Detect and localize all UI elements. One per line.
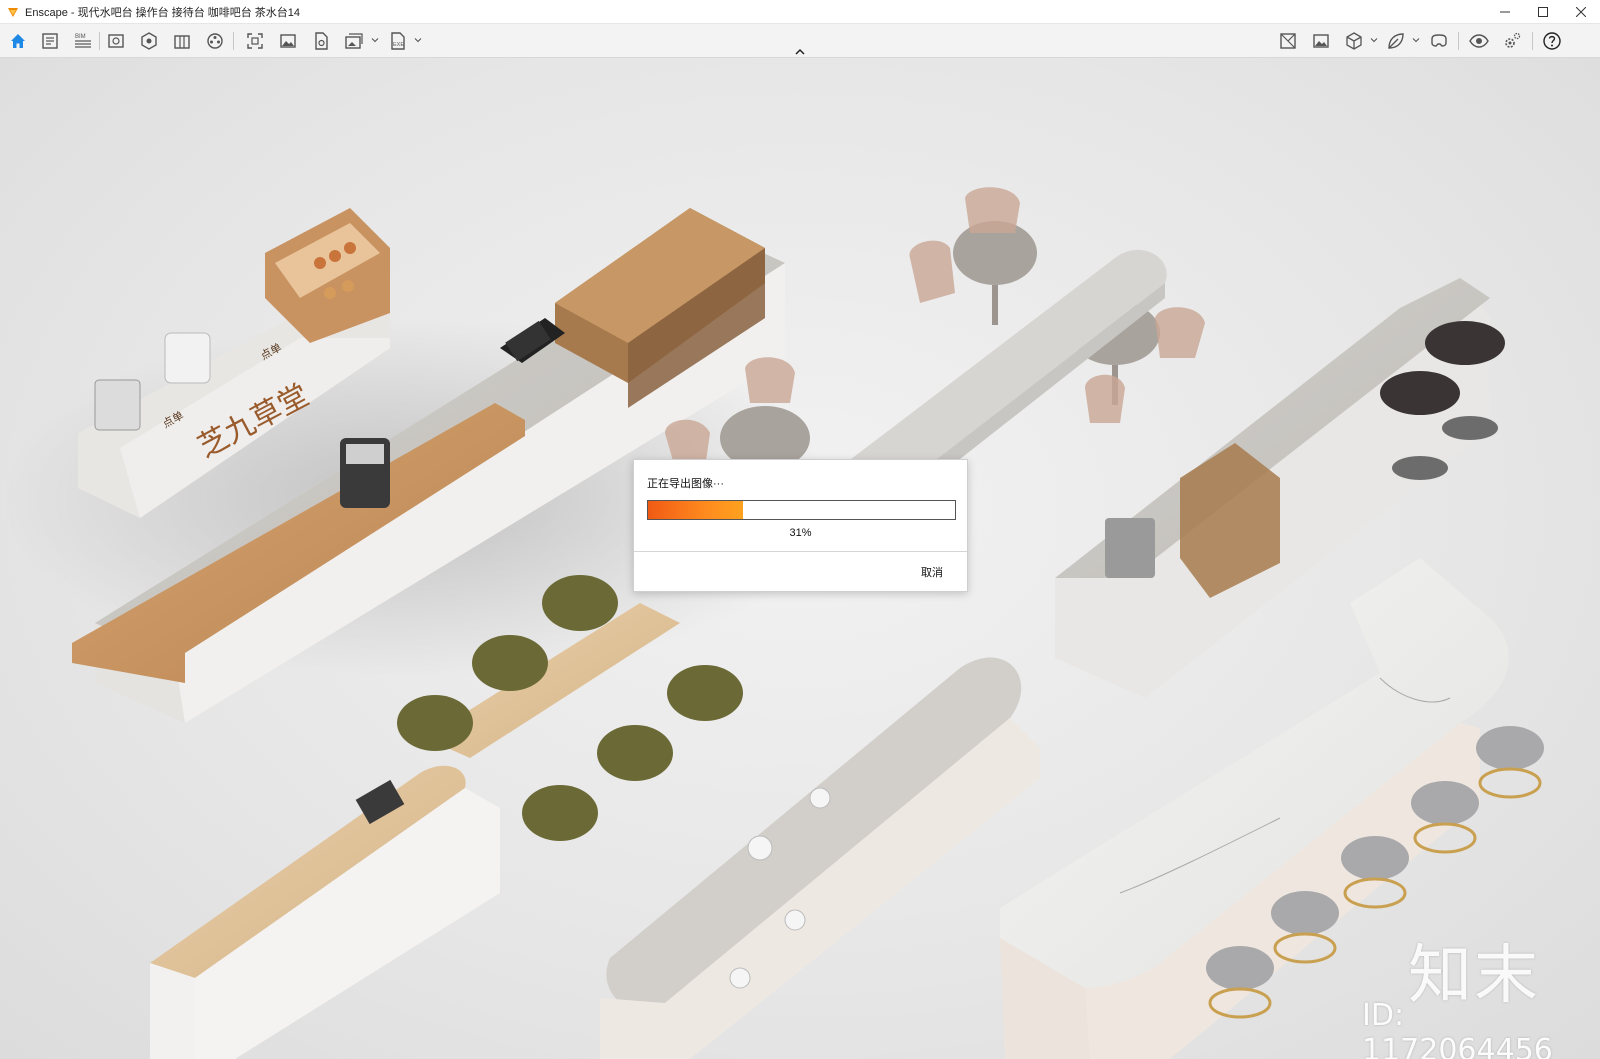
dialog-divider (634, 551, 967, 552)
vr-icon (1431, 34, 1447, 47)
toolbar-separator (1532, 32, 1533, 50)
help-icon (1543, 32, 1561, 50)
toolbar-separator (99, 32, 100, 50)
progress-percent-label: 31% (789, 527, 812, 539)
close-button[interactable] (1562, 0, 1600, 24)
view-icon (108, 34, 124, 48)
eye-icon (1469, 34, 1489, 48)
building-button[interactable] (170, 29, 194, 53)
leaf-dropdown[interactable] (1412, 36, 1420, 44)
exe-export-dropdown[interactable] (414, 36, 422, 44)
batch-render-icon (345, 33, 363, 49)
asset-library-icon (141, 32, 157, 50)
cancel-button[interactable]: 取消 (921, 564, 943, 580)
materials-icon (207, 33, 223, 49)
materials-button[interactable] (203, 29, 227, 53)
progress-fill (648, 501, 744, 519)
exe-export-button[interactable]: EXE (386, 29, 410, 53)
chevron-down-icon (371, 38, 379, 43)
leaf-button[interactable] (1384, 29, 1408, 53)
toolbar-separator (1458, 32, 1459, 50)
building-icon (174, 35, 190, 49)
settings-button[interactable] (1500, 29, 1524, 53)
map-button[interactable] (1276, 29, 1300, 53)
screenshot-icon (247, 33, 263, 49)
reception-counter-left (150, 765, 500, 1059)
visibility-button[interactable] (1467, 29, 1491, 53)
maximize-icon (1538, 7, 1548, 17)
svg-text:BIM: BIM (75, 34, 86, 40)
minimize-icon (1500, 11, 1510, 13)
image-view-icon (1313, 34, 1329, 48)
screenshot-button[interactable] (243, 29, 267, 53)
image-icon (280, 34, 296, 48)
vr-button[interactable] (1427, 29, 1451, 53)
document-button[interactable] (38, 29, 62, 53)
batch-render-dropdown[interactable] (371, 36, 379, 44)
enscape-logo-icon (8, 7, 18, 17)
export-file-icon (315, 32, 328, 50)
bim-button[interactable]: BIM (71, 29, 95, 53)
exe-export-icon: EXE (391, 32, 405, 50)
chevron-down-icon (414, 38, 422, 43)
help-button[interactable] (1540, 29, 1564, 53)
window-title: Enscape - 现代水吧台 操作台 接待台 咖啡吧台 茶水台14 (25, 6, 301, 19)
map-icon (1280, 33, 1296, 49)
cube-icon (1346, 32, 1362, 50)
home-icon (11, 34, 25, 48)
minimize-button[interactable] (1486, 0, 1524, 24)
settings-icon (1505, 32, 1521, 48)
toolbar-separator (233, 32, 234, 50)
export-progress-dialog: 正在导出图像··· 31% 取消 (633, 459, 968, 592)
cube-dropdown[interactable] (1370, 36, 1378, 44)
home-button[interactable] (6, 29, 30, 53)
asset-library-button[interactable] (137, 29, 161, 53)
view-button[interactable] (104, 29, 128, 53)
cube-button[interactable] (1342, 29, 1366, 53)
close-icon (1576, 7, 1586, 17)
chevron-down-icon (1370, 38, 1378, 43)
collapse-toolbar-arrow[interactable] (794, 46, 806, 56)
stone-table-center (600, 657, 1040, 1059)
title-bar: Enscape - 现代水吧台 操作台 接待台 咖啡吧台 茶水台14 (0, 0, 1600, 24)
window-controls (1486, 0, 1600, 24)
leaf-icon (1388, 33, 1404, 49)
svg-text:EXE: EXE (393, 42, 404, 48)
image-view-button[interactable] (1309, 29, 1333, 53)
maximize-button[interactable] (1524, 0, 1562, 24)
batch-render-button[interactable] (342, 29, 366, 53)
bim-icon: BIM (75, 34, 91, 48)
chevron-down-icon (1412, 38, 1420, 43)
image-button[interactable] (276, 29, 300, 53)
export-message: 正在导出图像··· (647, 478, 724, 490)
document-icon (42, 33, 58, 49)
watermark-id: ID: 1172064456 (1362, 998, 1553, 1059)
export-file-button[interactable] (309, 29, 333, 53)
export-progress-bar (647, 500, 956, 520)
